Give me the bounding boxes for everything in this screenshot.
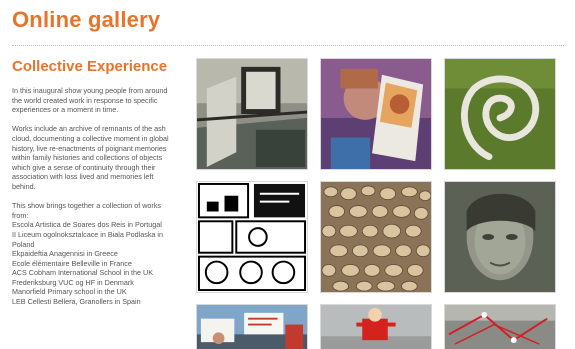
school-item: ACS Cobham International School in the U… bbox=[12, 268, 154, 278]
overlaid-face-portrait-photo bbox=[445, 182, 555, 292]
description-paragraph: In this inaugural show young people from… bbox=[12, 86, 168, 115]
gallery-thumbnail-8[interactable] bbox=[320, 304, 432, 349]
red-thread-installation-photo bbox=[445, 305, 555, 349]
protest-signs-photo bbox=[197, 305, 307, 349]
school-item: Ecole élémentaire Belleville in France bbox=[12, 258, 132, 268]
gallery-thumbnail-2[interactable] bbox=[320, 58, 432, 170]
shoe-spiral-on-grass-photo bbox=[445, 59, 555, 169]
exhibition-description: In this inaugural show young people from… bbox=[12, 86, 172, 307]
school-item: LEB Cellesti Bellera, Granollers in Spai… bbox=[12, 297, 141, 307]
description-paragraph: This show brings together a collection o… bbox=[12, 201, 162, 220]
school-item: Manorfield Primary school in the UK bbox=[12, 287, 127, 297]
gallery-thumbnail-3[interactable] bbox=[444, 58, 556, 170]
child-behind-photo-photo bbox=[321, 59, 431, 169]
comic-strip-drawing bbox=[197, 182, 307, 292]
school-item: Frederiksburg VUC og HF in Denmark bbox=[12, 277, 134, 287]
red-toy-figure-photo bbox=[321, 305, 431, 349]
school-item: Ekpaideftia Anagennisi in Greece bbox=[12, 249, 118, 259]
pebbles-texture-photo bbox=[321, 182, 431, 292]
gallery-thumbnail-4[interactable] bbox=[196, 181, 308, 293]
framed-picture-on-table-photo bbox=[197, 59, 307, 169]
page-title: Online gallery bbox=[12, 7, 161, 32]
gallery-thumbnail-1[interactable] bbox=[196, 58, 308, 170]
gallery-thumbnail-9[interactable] bbox=[444, 304, 556, 349]
school-item: II Liceum ogolnoksztalcace in Biala Podl… bbox=[12, 229, 164, 249]
school-item: Escola Artistica de Soares dos Reis in P… bbox=[12, 220, 162, 230]
header-divider bbox=[12, 45, 564, 46]
gallery-thumbnail-5[interactable] bbox=[320, 181, 432, 293]
schools-list: This show brings together a collection o… bbox=[12, 201, 172, 307]
description-paragraph: Works include an archive of remnants of … bbox=[12, 124, 169, 191]
gallery-thumbnail-6[interactable] bbox=[444, 181, 556, 293]
section-title: Collective Experience bbox=[12, 58, 168, 75]
gallery-thumbnail-7[interactable] bbox=[196, 304, 308, 349]
